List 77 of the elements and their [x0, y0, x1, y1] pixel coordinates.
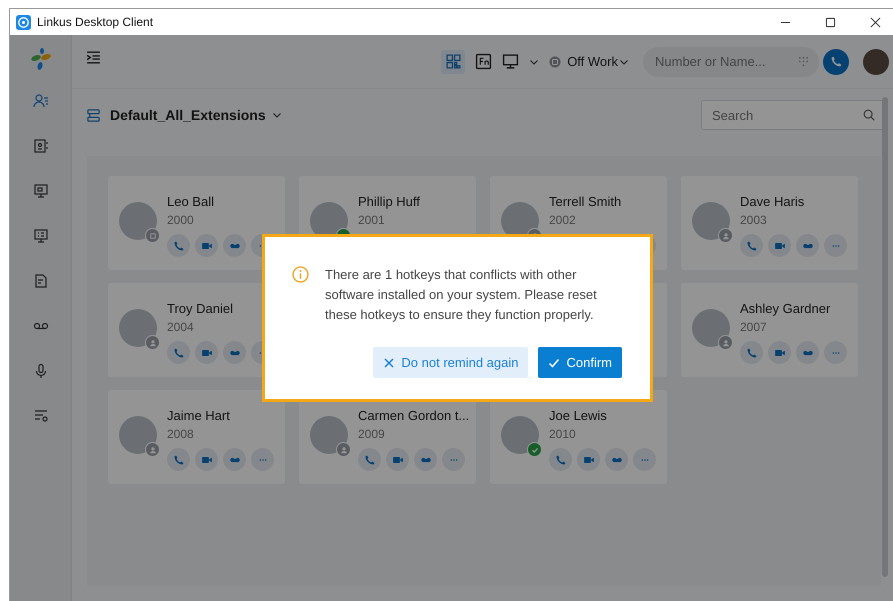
status-icon[interactable]: [549, 56, 562, 68]
monitor-icon[interactable]: [32, 228, 48, 244]
contact-name: Joe Lewis: [549, 408, 608, 423]
qr-code-button[interactable]: [441, 50, 466, 74]
dial-bar[interactable]: Number or Name...: [643, 46, 819, 76]
contact-card[interactable]: Dave Haris 2003: [681, 176, 858, 270]
extension-number: 2008: [167, 427, 195, 441]
contact-name: Phillip Huff: [358, 194, 421, 209]
close-icon: [383, 356, 396, 368]
scrollbar[interactable]: [882, 97, 888, 577]
voicemail-icon[interactable]: [796, 341, 819, 364]
contact-card[interactable]: Ashley Gardner 2007: [681, 283, 858, 377]
video-icon[interactable]: [195, 341, 218, 364]
contacts-icon[interactable]: [32, 93, 48, 109]
voicemail-icon[interactable]: [796, 234, 819, 257]
user-avatar[interactable]: [863, 48, 889, 74]
contact-name: Troy Daniel: [167, 301, 234, 316]
video-icon[interactable]: [768, 234, 791, 257]
phone-icon[interactable]: [167, 234, 190, 257]
phone-icon[interactable]: [167, 448, 190, 471]
group-selector[interactable]: Default_All_Extensions: [110, 107, 266, 123]
video-icon[interactable]: [386, 448, 409, 471]
extension-number: 2004: [167, 320, 195, 334]
dial-input-field[interactable]: Number or Name...: [655, 54, 798, 69]
extension-number: 2000: [167, 213, 195, 227]
extension-number: 2003: [740, 213, 768, 227]
phone-icon[interactable]: [358, 448, 381, 471]
close-icon[interactable]: [870, 16, 881, 28]
dismiss-button[interactable]: Do not remind again: [373, 347, 528, 378]
info-icon: [292, 266, 309, 283]
contact-name: Dave Haris: [740, 194, 806, 209]
app-logo-icon: [16, 14, 31, 30]
extension-number: 2002: [549, 213, 577, 227]
voicemail-icon[interactable]: [605, 448, 628, 471]
check-icon: [548, 356, 560, 368]
phone-icon: [830, 55, 842, 68]
contact-card[interactable]: Jaime Hart 2008: [108, 390, 285, 484]
qr-code-icon: [444, 53, 462, 70]
contact-name: Carmen Gordon t...: [358, 408, 470, 423]
search-field[interactable]: Search: [712, 108, 862, 122]
extension-number: 2001: [358, 213, 386, 227]
video-icon[interactable]: [577, 448, 600, 471]
conference-icon[interactable]: [32, 183, 48, 199]
contact-name: Ashley Gardner: [740, 301, 832, 316]
extension-number: 2009: [358, 427, 386, 441]
phone-icon[interactable]: [740, 341, 763, 364]
contact-name: Jaime Hart: [167, 408, 231, 423]
chevron-down-icon[interactable]: [272, 110, 282, 120]
document-icon[interactable]: [32, 273, 48, 289]
phone-icon[interactable]: [167, 341, 190, 364]
extension-number: 2007: [740, 320, 768, 334]
voicemail-icon[interactable]: [223, 234, 246, 257]
settings-icon[interactable]: [32, 408, 48, 424]
voicemail-icon[interactable]: [223, 448, 246, 471]
contact-card[interactable]: Leo Ball 2000: [108, 176, 285, 270]
video-icon[interactable]: [195, 448, 218, 471]
call-button[interactable]: [823, 48, 849, 74]
phone-icon[interactable]: [740, 234, 763, 257]
window-title: Linkus Desktop Client: [37, 15, 154, 29]
fn-key-icon[interactable]: [475, 53, 492, 70]
search-icon[interactable]: [862, 108, 876, 122]
status-selector[interactable]: Off Work: [567, 54, 618, 69]
contact-name: Terrell Smith: [549, 194, 622, 209]
group-icon: [86, 108, 101, 122]
contact-name: Leo Ball: [167, 194, 215, 209]
monitor-icon[interactable]: [502, 53, 520, 70]
confirm-button[interactable]: Confirm: [538, 347, 622, 378]
video-icon[interactable]: [768, 341, 791, 364]
phonebook-icon[interactable]: [32, 138, 48, 154]
phone-icon[interactable]: [549, 448, 572, 471]
menu-indent-icon[interactable]: [85, 49, 102, 66]
dialpad-icon[interactable]: [798, 56, 809, 67]
maximize-icon[interactable]: [825, 16, 836, 28]
voicemail-icon[interactable]: [223, 341, 246, 364]
extension-number: 2010: [549, 427, 577, 441]
voicemail-icon[interactable]: [414, 448, 437, 471]
video-icon[interactable]: [195, 234, 218, 257]
